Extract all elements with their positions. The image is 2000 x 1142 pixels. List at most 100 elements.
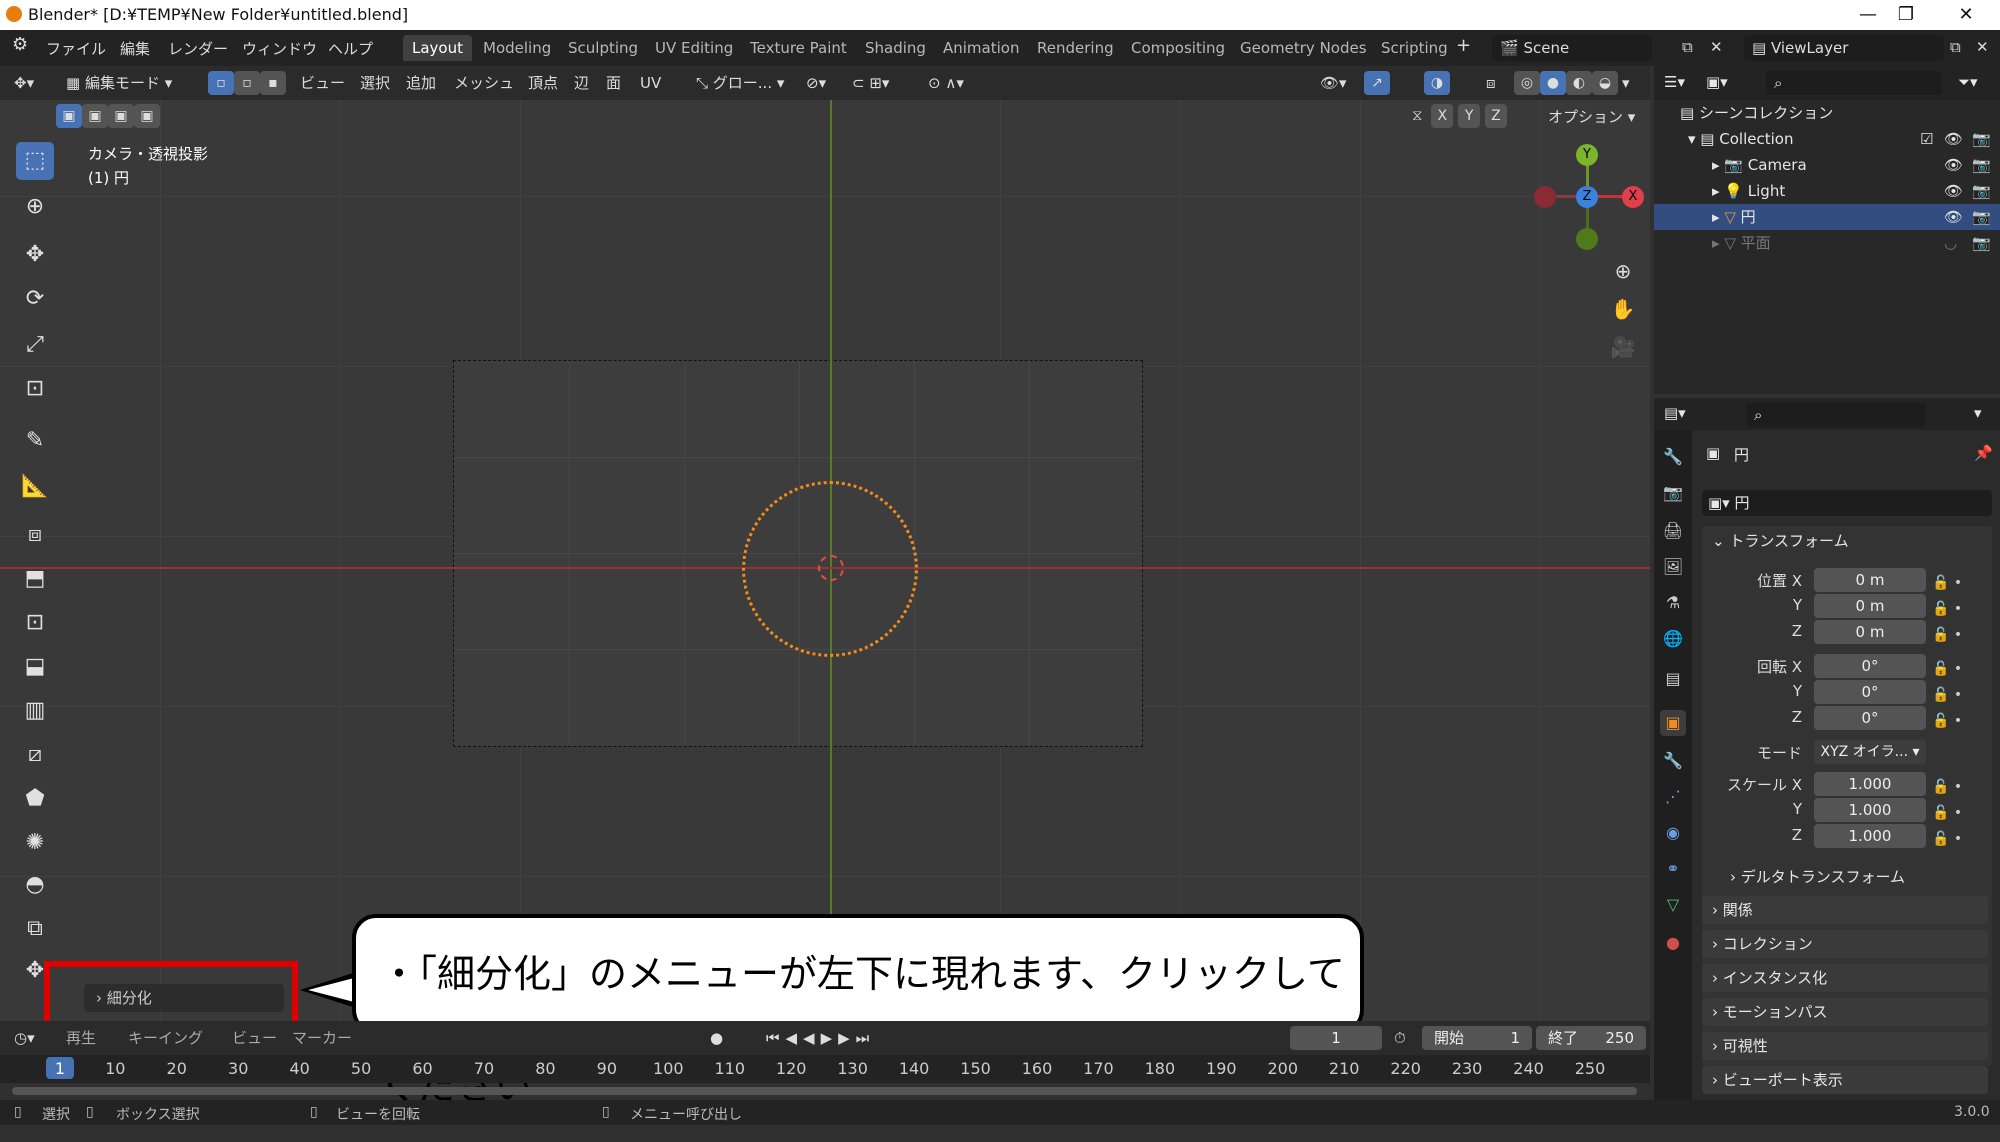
- lock-icon[interactable]: 🔓 •: [1932, 596, 1962, 622]
- properties-options-icon[interactable]: ▾: [1974, 404, 1982, 422]
- delta-transform-subpanel[interactable]: › デルタトランスフォーム: [1730, 866, 1905, 887]
- display-mode-icon[interactable]: ▣▾: [1706, 73, 1728, 91]
- menu-playback[interactable]: 再生: [66, 1027, 96, 1049]
- 3d-cursor-icon[interactable]: [818, 555, 844, 581]
- options-dropdown[interactable]: オプション ▾: [1548, 106, 1635, 127]
- menu-help[interactable]: ヘルプ: [328, 38, 373, 59]
- tab-uv-editing[interactable]: UV Editing: [646, 35, 742, 61]
- menu-add[interactable]: 追加: [406, 72, 436, 94]
- lock-icon[interactable]: 🔓 •: [1932, 826, 1962, 852]
- measure-tool-icon[interactable]: 📐: [16, 468, 54, 506]
- delete-scene-icon[interactable]: ✕: [1710, 38, 1723, 56]
- gizmo-neg-y[interactable]: [1576, 228, 1598, 250]
- menu-timeline-view[interactable]: ビュー: [232, 1027, 277, 1049]
- rotation-x-field[interactable]: 0°: [1814, 654, 1926, 678]
- gizmo-neg-x[interactable]: [1534, 186, 1556, 208]
- select-invert-icon[interactable]: ▣: [134, 104, 160, 128]
- menu-face[interactable]: 面: [606, 72, 621, 94]
- properties-editor-icon[interactable]: ▤▾: [1664, 404, 1686, 422]
- panel-collections[interactable]: › コレクション: [1702, 930, 1988, 958]
- smooth-tool-icon[interactable]: ◓: [16, 866, 54, 904]
- lock-icon[interactable]: 🔓 •: [1932, 570, 1962, 596]
- tab-rendering[interactable]: Rendering: [1028, 35, 1123, 61]
- tab-texture-paint[interactable]: Texture Paint: [741, 35, 856, 61]
- move-tool-icon[interactable]: ✥: [16, 236, 54, 274]
- mode-selector[interactable]: ▦ 編集モード ▾: [66, 72, 172, 94]
- eye-icon[interactable]: 👁: [1944, 204, 1963, 230]
- cursor-tool-icon[interactable]: ⊕: [16, 188, 54, 226]
- view-layer-tab-icon[interactable]: 🖼: [1660, 554, 1686, 580]
- render-camera-icon[interactable]: 📷: [1972, 152, 1991, 178]
- knife-tool-icon[interactable]: ⧄: [16, 736, 54, 774]
- mirror-x[interactable]: X: [1431, 104, 1454, 128]
- panel-instancing[interactable]: › インスタンス化: [1702, 964, 1988, 992]
- outliner-row-light[interactable]: ▸ 💡 Light 👁 📷: [1654, 178, 2000, 204]
- edge-select-icon[interactable]: ▫: [234, 71, 260, 95]
- shading-options-icon[interactable]: ▾: [1622, 72, 1630, 94]
- render-camera-icon[interactable]: 📷: [1972, 230, 1991, 256]
- lock-icon[interactable]: 🔓 •: [1932, 800, 1962, 826]
- solid-shading-icon[interactable]: ●: [1540, 71, 1566, 95]
- new-scene-icon[interactable]: ⧉: [1682, 38, 1693, 56]
- filter-icon[interactable]: ⏷▾: [1958, 73, 1978, 91]
- gizmo-y[interactable]: Y: [1576, 144, 1598, 166]
- mirror-y[interactable]: Y: [1458, 104, 1481, 128]
- tab-geometry-nodes[interactable]: Geometry Nodes: [1231, 35, 1376, 61]
- menu-window[interactable]: ウィンドウ: [242, 38, 317, 59]
- panel-visibility[interactable]: › 可視性: [1702, 1032, 1988, 1060]
- delete-viewlayer-icon[interactable]: ✕: [1976, 38, 1989, 56]
- loop-cut-tool-icon[interactable]: ▥: [16, 692, 54, 730]
- material-tab-icon[interactable]: ●: [1660, 930, 1686, 956]
- select-extend-icon[interactable]: ▣: [82, 104, 108, 128]
- properties-search-input[interactable]: ⌕: [1746, 403, 1926, 427]
- spin-tool-icon[interactable]: ✺: [16, 824, 54, 862]
- menu-file[interactable]: ファイル: [46, 38, 106, 59]
- timeline-editor-icon[interactable]: ◷▾: [14, 1027, 35, 1049]
- editor-type-icon[interactable]: ✥▾: [14, 72, 34, 94]
- proportional-edit-icon[interactable]: ⊙ ∧▾: [928, 72, 964, 94]
- camera-view-icon[interactable]: 🎥: [1608, 332, 1638, 362]
- transform-orientation[interactable]: ⤡ グロー... ▾: [696, 72, 784, 94]
- add-cube-tool-icon[interactable]: ⧈: [16, 516, 54, 554]
- lock-icon[interactable]: 🔓 •: [1932, 708, 1962, 734]
- menu-uv[interactable]: UV: [640, 72, 661, 94]
- extrude-tool-icon[interactable]: ⬒: [16, 560, 54, 598]
- modifier-tab-icon[interactable]: 🔧: [1660, 748, 1686, 774]
- panel-viewport-display[interactable]: › ビューポート表示: [1702, 1066, 1988, 1094]
- material-shading-icon[interactable]: ◐: [1566, 71, 1592, 95]
- menu-edge[interactable]: 辺: [574, 72, 589, 94]
- menu-vertex[interactable]: 頂点: [528, 72, 558, 94]
- menu-edit[interactable]: 編集: [120, 38, 150, 59]
- mirror-z[interactable]: Z: [1484, 104, 1507, 128]
- scale-z-field[interactable]: 1.000: [1814, 824, 1926, 848]
- playback-controls[interactable]: ⏮◀◀▶▶⏭: [766, 1027, 875, 1049]
- start-frame-field[interactable]: 開始 1: [1422, 1026, 1532, 1050]
- blender-menu-icon[interactable]: ⚙: [12, 34, 28, 55]
- current-frame-field[interactable]: 1: [1290, 1026, 1382, 1050]
- scale-y-field[interactable]: 1.000: [1814, 798, 1926, 822]
- exclude-checkbox-icon[interactable]: ☑: [1920, 126, 1933, 152]
- scene-selector[interactable]: 🎬 Scene: [1492, 35, 1652, 61]
- tab-compositing[interactable]: Compositing: [1122, 35, 1234, 61]
- bevel-tool-icon[interactable]: ⬓: [16, 648, 54, 686]
- lock-icon[interactable]: 🔓 •: [1932, 656, 1962, 682]
- select-new-icon[interactable]: ▣: [56, 104, 82, 128]
- vertex-select-icon[interactable]: ▫: [208, 71, 234, 95]
- particles-tab-icon[interactable]: ⋰: [1660, 784, 1686, 810]
- poly-build-tool-icon[interactable]: ⬟: [16, 780, 54, 818]
- rotation-z-field[interactable]: 0°: [1814, 706, 1926, 730]
- end-frame-field[interactable]: 終了 250: [1536, 1026, 1646, 1050]
- render-camera-icon[interactable]: 📷: [1972, 204, 1991, 230]
- lock-icon[interactable]: 🔓 •: [1932, 622, 1962, 648]
- location-y-field[interactable]: 0 m: [1814, 594, 1926, 618]
- tab-modeling[interactable]: Modeling: [474, 35, 560, 61]
- panel-relations[interactable]: › 関係: [1702, 896, 1988, 924]
- location-z-field[interactable]: 0 m: [1814, 620, 1926, 644]
- gizmo-z[interactable]: Z: [1576, 186, 1598, 208]
- outliner-editor-icon[interactable]: ☰▾: [1664, 73, 1685, 91]
- maximize-button[interactable]: ❐: [1876, 0, 1936, 30]
- render-camera-icon[interactable]: 📷: [1972, 126, 1991, 152]
- select-subtract-icon[interactable]: ▣: [108, 104, 134, 128]
- rotation-y-field[interactable]: 0°: [1814, 680, 1926, 704]
- lock-icon[interactable]: 🔓 •: [1932, 774, 1962, 800]
